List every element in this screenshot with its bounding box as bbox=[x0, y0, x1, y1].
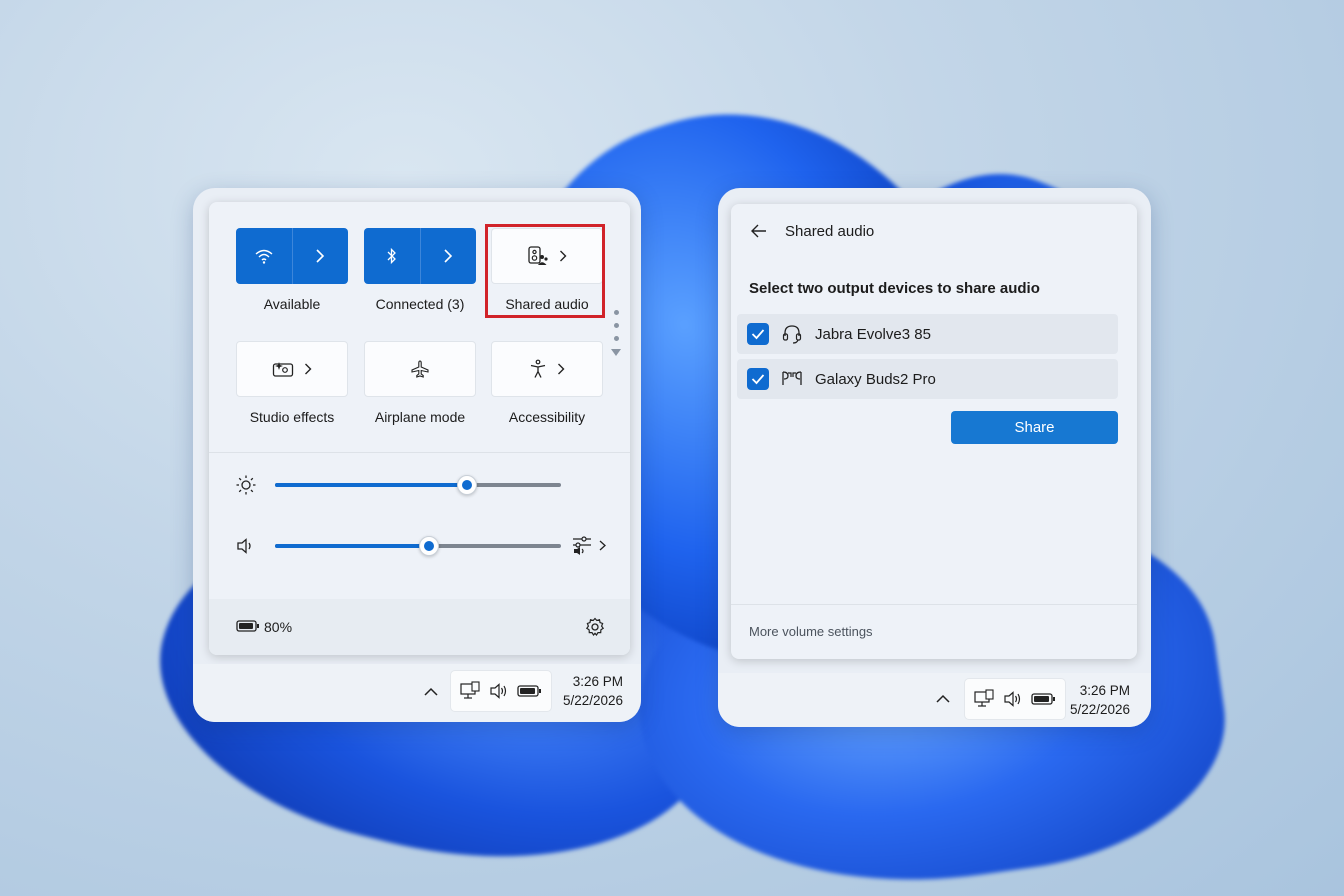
clock[interactable]: 3:26 PM 5/22/2026 bbox=[1058, 681, 1130, 719]
studio-effects-button[interactable] bbox=[236, 341, 348, 397]
chevron-right-icon bbox=[599, 540, 606, 550]
network-icon bbox=[460, 681, 480, 699]
bluetooth-toggle[interactable] bbox=[364, 228, 420, 284]
device-checkbox[interactable] bbox=[747, 323, 769, 345]
volume-slider-thumb[interactable] bbox=[419, 536, 440, 556]
device-name: Jabra Evolve3 85 bbox=[815, 325, 931, 343]
battery-icon bbox=[236, 620, 259, 632]
wifi-tile: Available bbox=[236, 228, 348, 312]
brightness-icon bbox=[236, 475, 256, 495]
earbuds-icon bbox=[782, 371, 802, 385]
airplane-icon bbox=[411, 360, 429, 378]
brightness-slider-thumb[interactable] bbox=[456, 475, 477, 495]
show-hidden-icons-chevron-icon[interactable] bbox=[420, 682, 442, 702]
volume-icon bbox=[1004, 691, 1021, 707]
more-volume-settings-link[interactable]: More volume settings bbox=[749, 624, 873, 639]
chevron-right-icon bbox=[316, 249, 325, 263]
accessibility-label: Accessibility bbox=[508, 409, 586, 425]
show-hidden-icons-chevron-icon[interactable] bbox=[932, 689, 954, 709]
airplane-mode-button[interactable] bbox=[364, 341, 476, 397]
taskbar: 3:26 PM 5/22/2026 bbox=[193, 664, 641, 722]
divider bbox=[209, 452, 630, 453]
quick-settings-window: Available Connected (3) Shared audio Stu… bbox=[193, 188, 641, 722]
accessibility-tile: Accessibility bbox=[491, 341, 603, 425]
studio-effects-label: Studio effects bbox=[249, 409, 335, 425]
clock-time: 3:26 PM bbox=[572, 674, 623, 689]
network-icon bbox=[974, 689, 994, 707]
brightness-slider-row bbox=[235, 473, 615, 497]
device-row[interactable]: Jabra Evolve3 85 bbox=[737, 314, 1118, 354]
wifi-expand-button[interactable] bbox=[291, 228, 349, 284]
battery-icon bbox=[517, 685, 541, 697]
device-row[interactable]: Galaxy Buds2 Pro bbox=[737, 359, 1118, 399]
settings-gear-icon[interactable] bbox=[585, 617, 605, 637]
divider bbox=[731, 604, 1137, 605]
wifi-label: Available bbox=[263, 296, 321, 312]
checkmark-icon bbox=[751, 329, 765, 340]
wifi-icon bbox=[255, 249, 273, 264]
back-arrow-icon[interactable] bbox=[749, 222, 769, 240]
speaker-icon bbox=[237, 538, 251, 554]
accessibility-button[interactable] bbox=[491, 341, 603, 397]
volume-slider[interactable] bbox=[275, 536, 561, 556]
clock-time: 3:26 PM bbox=[1079, 683, 1130, 698]
bluetooth-label: Connected (3) bbox=[375, 296, 465, 312]
share-button[interactable]: Share bbox=[951, 411, 1118, 444]
device-checkbox[interactable] bbox=[747, 368, 769, 390]
volume-slider-row bbox=[235, 534, 615, 558]
shared-audio-flyout: Shared audio Select two output devices t… bbox=[731, 204, 1137, 659]
battery-percentage: 80% bbox=[264, 619, 293, 635]
quick-settings-footer: 80% bbox=[209, 599, 630, 655]
headset-icon bbox=[782, 325, 802, 344]
chevron-right-icon bbox=[305, 363, 312, 375]
audio-output-icon bbox=[573, 536, 591, 555]
highlight-box bbox=[485, 224, 605, 318]
system-tray[interactable] bbox=[964, 678, 1066, 720]
bluetooth-tile: Connected (3) bbox=[364, 228, 476, 312]
audio-output-button[interactable] bbox=[571, 534, 606, 556]
taskbar: 3:26 PM 5/22/2026 bbox=[718, 673, 1151, 727]
volume-icon bbox=[490, 683, 507, 699]
brightness-slider[interactable] bbox=[275, 475, 561, 495]
studio-effects-tile: Studio effects bbox=[236, 341, 348, 425]
quick-settings-flyout: Available Connected (3) Shared audio Stu… bbox=[209, 202, 630, 655]
bluetooth-icon bbox=[387, 247, 396, 265]
system-tray[interactable] bbox=[450, 670, 552, 712]
studio-effects-icon bbox=[272, 362, 294, 377]
chevron-right-icon bbox=[444, 249, 453, 263]
bluetooth-expand-button[interactable] bbox=[419, 228, 477, 284]
device-name: Galaxy Buds2 Pro bbox=[815, 370, 936, 388]
airplane-mode-tile: Airplane mode bbox=[364, 341, 476, 425]
chevron-right-icon bbox=[558, 363, 565, 375]
battery-icon bbox=[1031, 693, 1055, 705]
airplane-mode-label: Airplane mode bbox=[374, 409, 466, 425]
clock-date: 5/22/2026 bbox=[562, 693, 623, 708]
accessibility-icon bbox=[530, 359, 546, 378]
panel-heading: Select two output devices to share audio bbox=[749, 280, 1040, 297]
wifi-toggle[interactable] bbox=[236, 228, 292, 284]
clock-date: 5/22/2026 bbox=[1069, 702, 1130, 717]
shared-audio-window: Shared audio Select two output devices t… bbox=[718, 188, 1151, 727]
page-indicator[interactable] bbox=[611, 310, 621, 364]
checkmark-icon bbox=[751, 374, 765, 385]
panel-title: Shared audio bbox=[785, 223, 875, 240]
clock[interactable]: 3:26 PM 5/22/2026 bbox=[551, 672, 623, 710]
